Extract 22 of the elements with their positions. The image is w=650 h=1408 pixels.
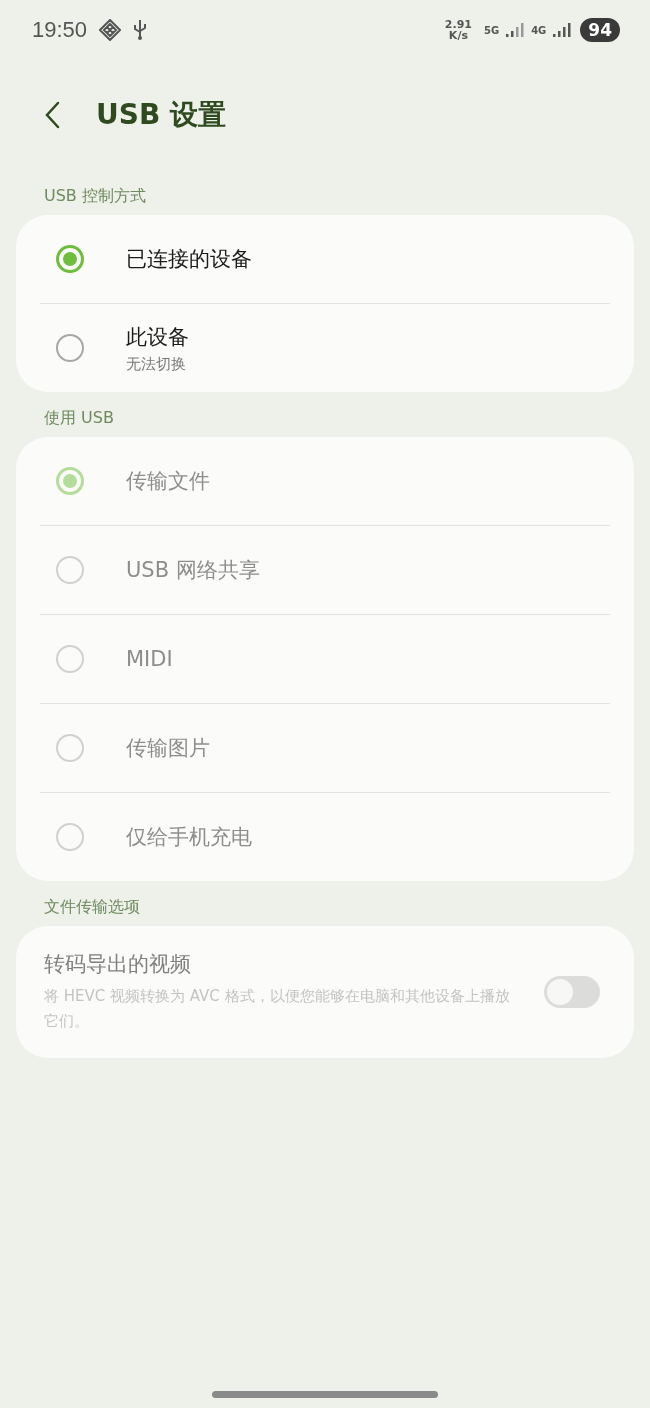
section-label: 使用 USB [43, 407, 115, 429]
network-label: 4G [531, 24, 547, 36]
option-label[interactable]: 已连接的设备 [126, 245, 252, 273]
section-label: 文件传输选项 [43, 896, 141, 918]
clock: 19:50 [32, 17, 88, 43]
signal-icon [552, 22, 573, 38]
diamond-grid-icon [99, 19, 122, 41]
setting-title: 转码导出的视频 [44, 951, 192, 978]
signal-icon [505, 22, 526, 38]
battery-badge: 94 [580, 18, 620, 42]
speed-unit: K/s [448, 30, 468, 41]
network-label: 5G [484, 24, 500, 36]
speed-value: 2.91 [444, 19, 472, 30]
section-label: USB 控制方式 [43, 185, 147, 207]
page-title: USB 设置 [96, 97, 226, 133]
option-label[interactable]: 此设备 [126, 322, 189, 351]
usb-icon [133, 19, 148, 41]
option-sublabel: 无法切换 [126, 354, 187, 374]
radio-button[interactable] [56, 245, 84, 273]
setting-description: 将 HEVC 视频转换为 AVC 格式，以便您能够在电脑和其他设备上播放它们。 [44, 986, 511, 1032]
radio-button[interactable] [56, 334, 84, 362]
home-indicator[interactable] [212, 1391, 438, 1398]
